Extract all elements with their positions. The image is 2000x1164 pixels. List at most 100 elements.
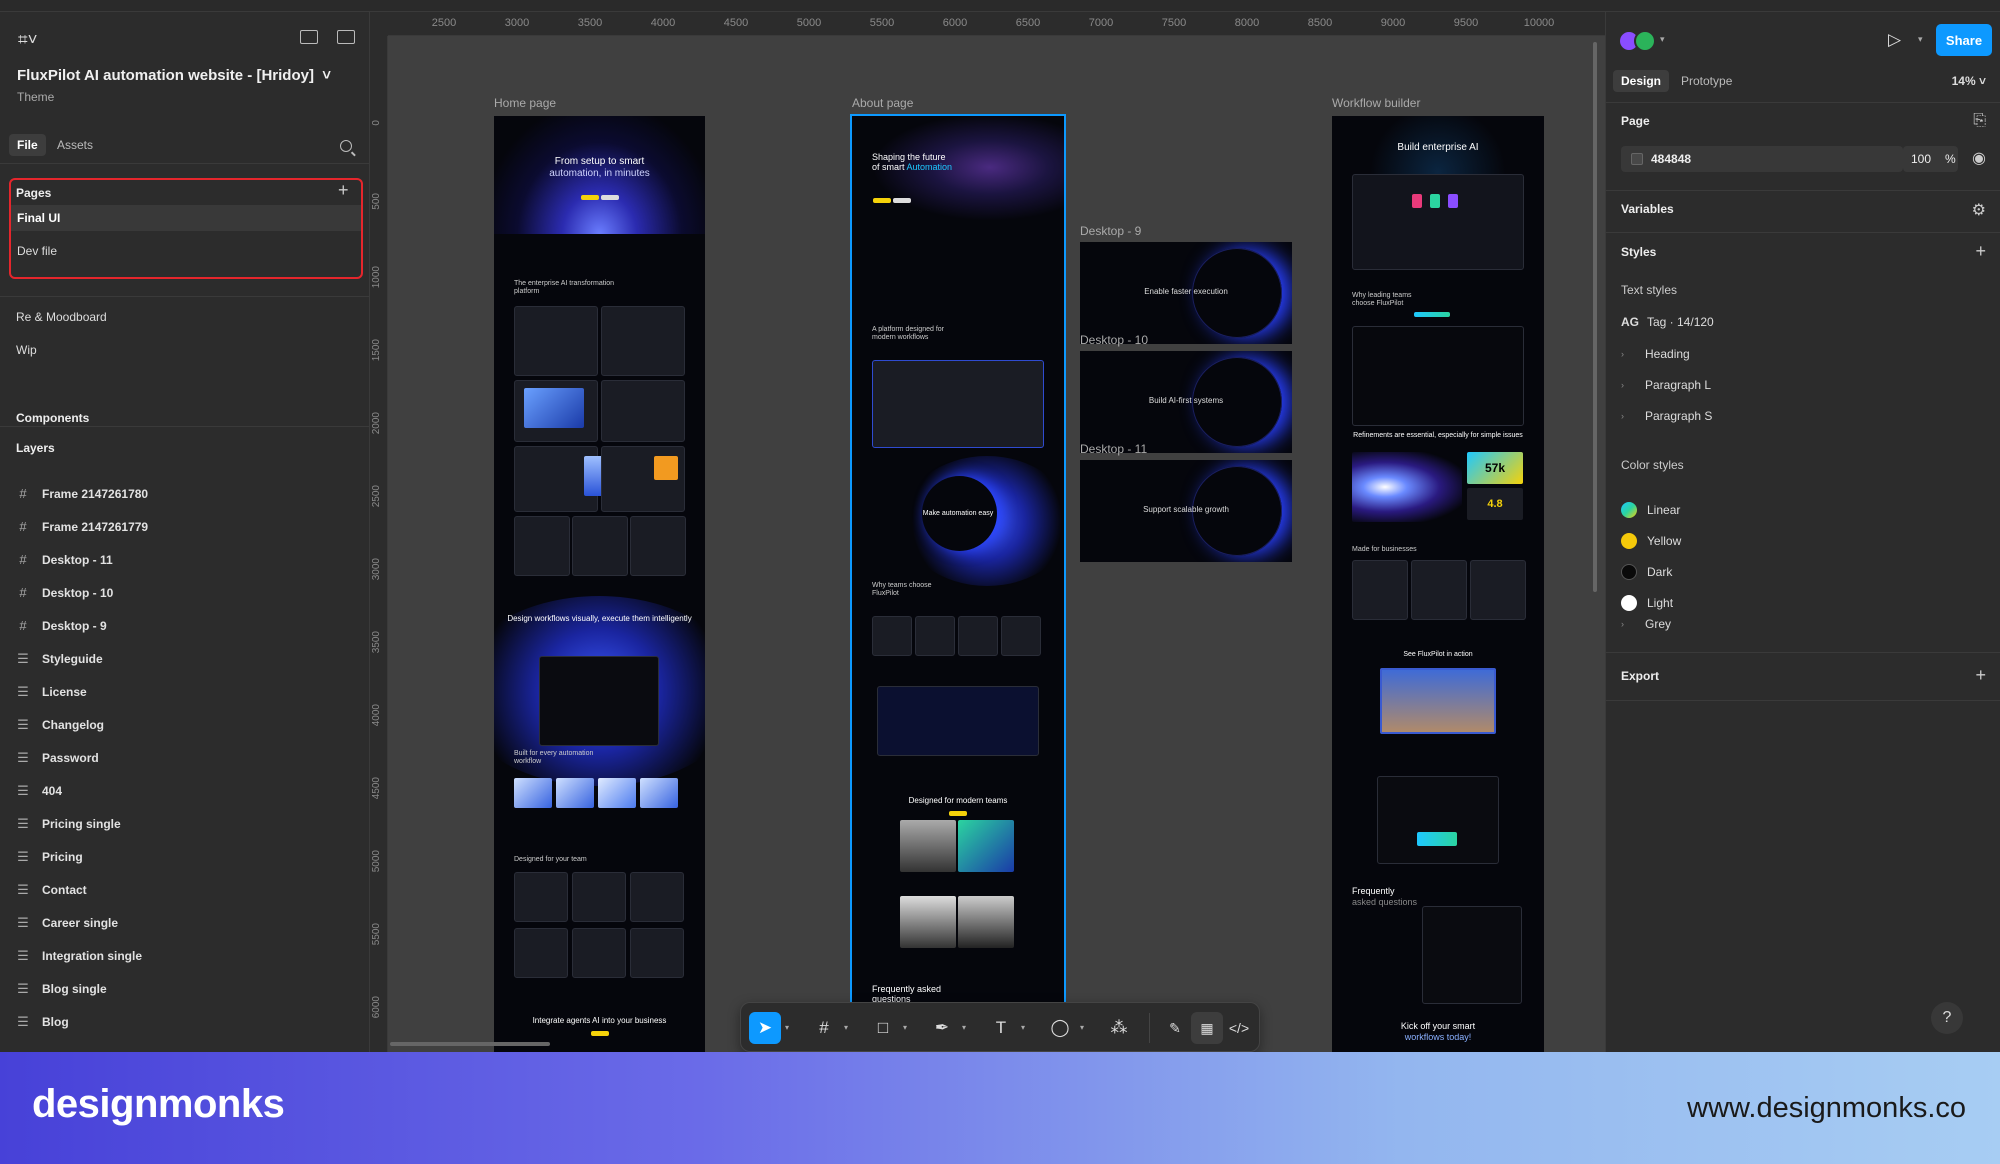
layer-label: Desktop - 9 [42, 618, 107, 633]
layer-item[interactable]: ☰ Styleguide [16, 651, 103, 667]
tab-assets[interactable]: Assets [49, 134, 101, 156]
text-style-group[interactable]: › Paragraph L [1621, 378, 1711, 392]
sidebar-toggle-icon[interactable] [337, 30, 355, 44]
layer-item[interactable]: # Desktop - 11 [16, 552, 112, 567]
rectangle-tool[interactable]: □ [867, 1012, 899, 1044]
layer-label: Desktop - 10 [42, 585, 114, 600]
layer-item[interactable]: ☰ Career single [16, 915, 118, 931]
layer-item[interactable]: ☰ License [16, 684, 87, 700]
layer-item[interactable]: ☰ Integration single [16, 948, 142, 964]
color-style[interactable]: Linear [1621, 502, 1680, 518]
page-options-icon[interactable]: ⎘ [1973, 112, 1986, 130]
dev-mode[interactable]: </> [1223, 1012, 1255, 1044]
color-group-grey[interactable]: › Grey [1621, 617, 1671, 631]
design-mode[interactable]: ▦ [1191, 1012, 1223, 1044]
frame-label-desktop[interactable]: Desktop - 11 [1080, 442, 1147, 456]
actions-tool[interactable]: ⁂ [1103, 1012, 1135, 1044]
frame-desktop[interactable]: Support scalable growth [1080, 460, 1292, 562]
move-tool[interactable]: ➤ [749, 1012, 781, 1044]
chevron-down-icon[interactable]: ▾ [1021, 1023, 1025, 1032]
page-moodboard[interactable]: Re & Moodboard [16, 310, 107, 324]
layer-label: Frame 2147261780 [42, 486, 149, 501]
tab-file[interactable]: File [9, 134, 46, 156]
chevron-down-icon[interactable]: ▾ [903, 1023, 907, 1032]
frame-icon: # [19, 618, 27, 633]
add-page-icon[interactable]: + [338, 180, 349, 201]
horizontal-scrollbar[interactable] [390, 1042, 550, 1046]
vertical-scrollbar[interactable] [1593, 42, 1597, 592]
variables-settings-icon[interactable]: ⚙ [1972, 200, 1986, 220]
chevron-down-icon[interactable]: ▾ [785, 1023, 789, 1032]
text-style-tag[interactable]: AG Tag · 14/120 [1621, 315, 1714, 329]
avatar[interactable] [1634, 30, 1656, 52]
frame-home-page[interactable]: From setup to smart automation, in minut… [494, 116, 705, 1052]
text-tool[interactable]: T [985, 1012, 1017, 1044]
layer-item[interactable]: ☰ Blog [16, 1014, 69, 1030]
layer-item[interactable]: ☰ Pricing single [16, 816, 121, 832]
layer-item[interactable]: ☰ Pricing [16, 849, 83, 865]
color-swatch[interactable] [1631, 153, 1643, 165]
draw-mode[interactable]: ✎ [1159, 1012, 1191, 1044]
zoom-level[interactable]: 14% ˅ [1952, 74, 1986, 88]
color-style[interactable]: Yellow [1621, 533, 1681, 549]
frame-tool[interactable]: # [808, 1012, 840, 1044]
chevron-down-icon[interactable]: ▾ [1660, 34, 1665, 45]
search-icon[interactable] [340, 140, 352, 152]
layer-item[interactable]: # Desktop - 10 [16, 585, 113, 600]
frame-label-home[interactable]: Home page [494, 96, 556, 110]
figma-menu-icon[interactable]: ⌗˅ [18, 30, 38, 50]
layer-item[interactable]: ☰ Changelog [16, 717, 104, 733]
frame-label-about[interactable]: About page [852, 96, 913, 110]
layer-label: Blog [42, 1015, 69, 1029]
color-style-label: Yellow [1647, 534, 1682, 548]
comment-tool[interactable]: ◯ [1044, 1012, 1076, 1044]
canvas[interactable]: 2500 3000 3500 4000 4500 5000 5500 6000 6500 7000… [370, 12, 1605, 1052]
color-style[interactable]: Light [1621, 595, 1673, 611]
share-button[interactable]: Share [1936, 24, 1992, 56]
components-label[interactable]: Components [16, 411, 89, 425]
frame-about-page[interactable]: Shaping the future of smart Automation A … [850, 114, 1066, 1052]
add-style-icon[interactable]: + [1975, 241, 1986, 262]
color-swatch [1621, 502, 1637, 518]
page-color-field[interactable]: 484848 [1621, 146, 1903, 172]
chevron-down-icon[interactable]: ▾ [1918, 34, 1923, 45]
page-opacity-field[interactable]: 100 % [1903, 146, 1958, 172]
page-dev-file[interactable]: Dev file [11, 238, 361, 264]
frame-desktop[interactable]: Enable faster execution [1080, 242, 1292, 344]
ai-icon[interactable] [300, 30, 318, 44]
layer-item[interactable]: # Desktop - 9 [16, 618, 107, 633]
tab-design[interactable]: Design [1613, 70, 1670, 92]
page-color-hex[interactable]: 484848 [1651, 152, 1691, 166]
text-style-group[interactable]: › Paragraph S [1621, 409, 1712, 423]
add-export-icon[interactable]: + [1975, 665, 1986, 686]
ruler-tick: 5000 [371, 850, 382, 873]
layer-item[interactable]: ☰ 404 [16, 783, 62, 799]
page-wip[interactable]: Wip [16, 343, 37, 357]
variables-label[interactable]: Variables [1621, 202, 1674, 216]
chevron-down-icon[interactable]: ▾ [1080, 1023, 1084, 1032]
present-play-icon[interactable]: ▷ [1888, 30, 1901, 50]
tab-prototype[interactable]: Prototype [1673, 70, 1740, 92]
frame-workflow-builder[interactable]: Build enterprise AI Why leading teams ch… [1332, 116, 1544, 1052]
text-style-group[interactable]: › Heading [1621, 347, 1690, 361]
frame-desktop[interactable]: Build AI-first systems [1080, 351, 1292, 453]
frame-label-desktop[interactable]: Desktop - 10 [1080, 333, 1148, 347]
file-title[interactable]: FluxPilot AI automation website - [Hrido… [17, 67, 331, 84]
text-style-label: Paragraph L [1645, 378, 1712, 392]
eye-icon[interactable]: ◉ [1972, 148, 1986, 168]
layer-item[interactable]: ☰ Contact [16, 882, 87, 898]
layer-item[interactable]: # Frame 2147261779 [16, 519, 148, 534]
page-final-ui[interactable]: Final UI [11, 205, 361, 231]
color-style[interactable]: Dark [1621, 564, 1672, 580]
layer-item[interactable]: # Frame 2147261780 [16, 486, 148, 501]
layer-label: Contact [42, 883, 87, 897]
layer-item[interactable]: ☰ Blog single [16, 981, 107, 997]
ruler-tick: 8500 [1307, 17, 1333, 29]
layer-item[interactable]: ☰ Password [16, 750, 99, 766]
chevron-down-icon[interactable]: ▾ [962, 1023, 966, 1032]
help-button[interactable]: ? [1931, 1002, 1963, 1034]
frame-label-workflow[interactable]: Workflow builder [1332, 96, 1420, 110]
frame-label-desktop[interactable]: Desktop - 9 [1080, 224, 1141, 238]
pen-tool[interactable]: ✒ [926, 1012, 958, 1044]
chevron-down-icon[interactable]: ▾ [844, 1023, 848, 1032]
